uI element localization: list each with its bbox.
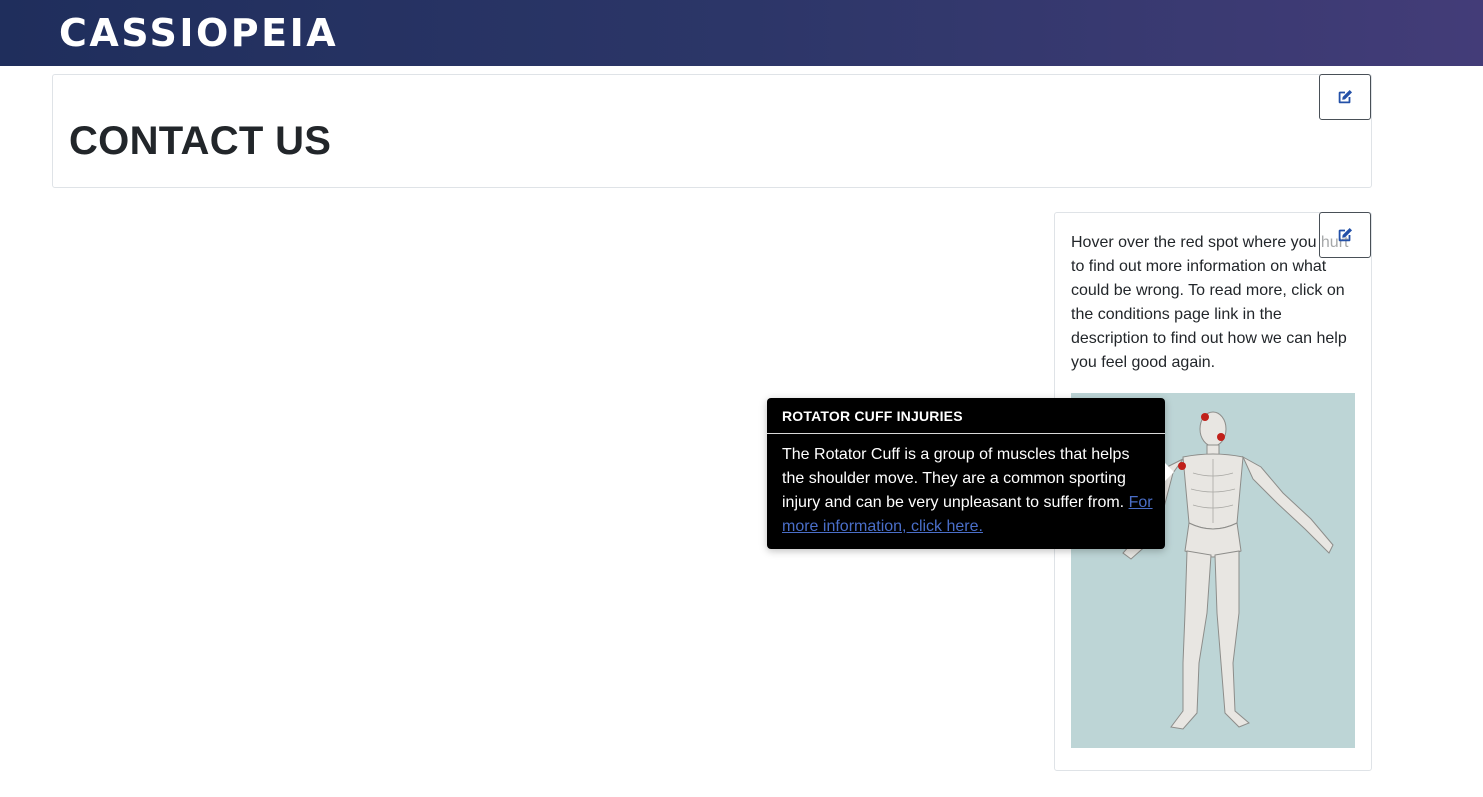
hotspot-tooltip: ROTATOR CUFF INJURIES The Rotator Cuff i… <box>767 398 1165 549</box>
page-title: CONTACT US <box>69 119 332 163</box>
hotspot-instructions: Hover over the red spot where you hurt t… <box>1071 234 1349 371</box>
tooltip-arrow <box>1165 463 1174 481</box>
tooltip-description: The Rotator Cuff is a group of muscles t… <box>782 446 1130 511</box>
edit-icon <box>1338 89 1353 104</box>
site-logo[interactable]: CASSIOPEIA <box>59 11 338 55</box>
hotspot-jaw <box>1217 433 1225 441</box>
site-header: CASSIOPEIA <box>0 0 1483 66</box>
edit-icon <box>1338 227 1353 242</box>
tooltip-title: ROTATOR CUFF INJURIES <box>782 408 963 424</box>
tooltip-body: The Rotator Cuff is a group of muscles t… <box>782 443 1154 539</box>
hotspot-shoulder <box>1178 462 1186 470</box>
page-title-card: CONTACT US <box>52 74 1372 188</box>
tooltip-divider <box>767 433 1165 434</box>
edit-hotspot-button[interactable] <box>1319 212 1371 258</box>
hotspot-head <box>1201 413 1209 421</box>
edit-title-button[interactable] <box>1319 74 1371 120</box>
